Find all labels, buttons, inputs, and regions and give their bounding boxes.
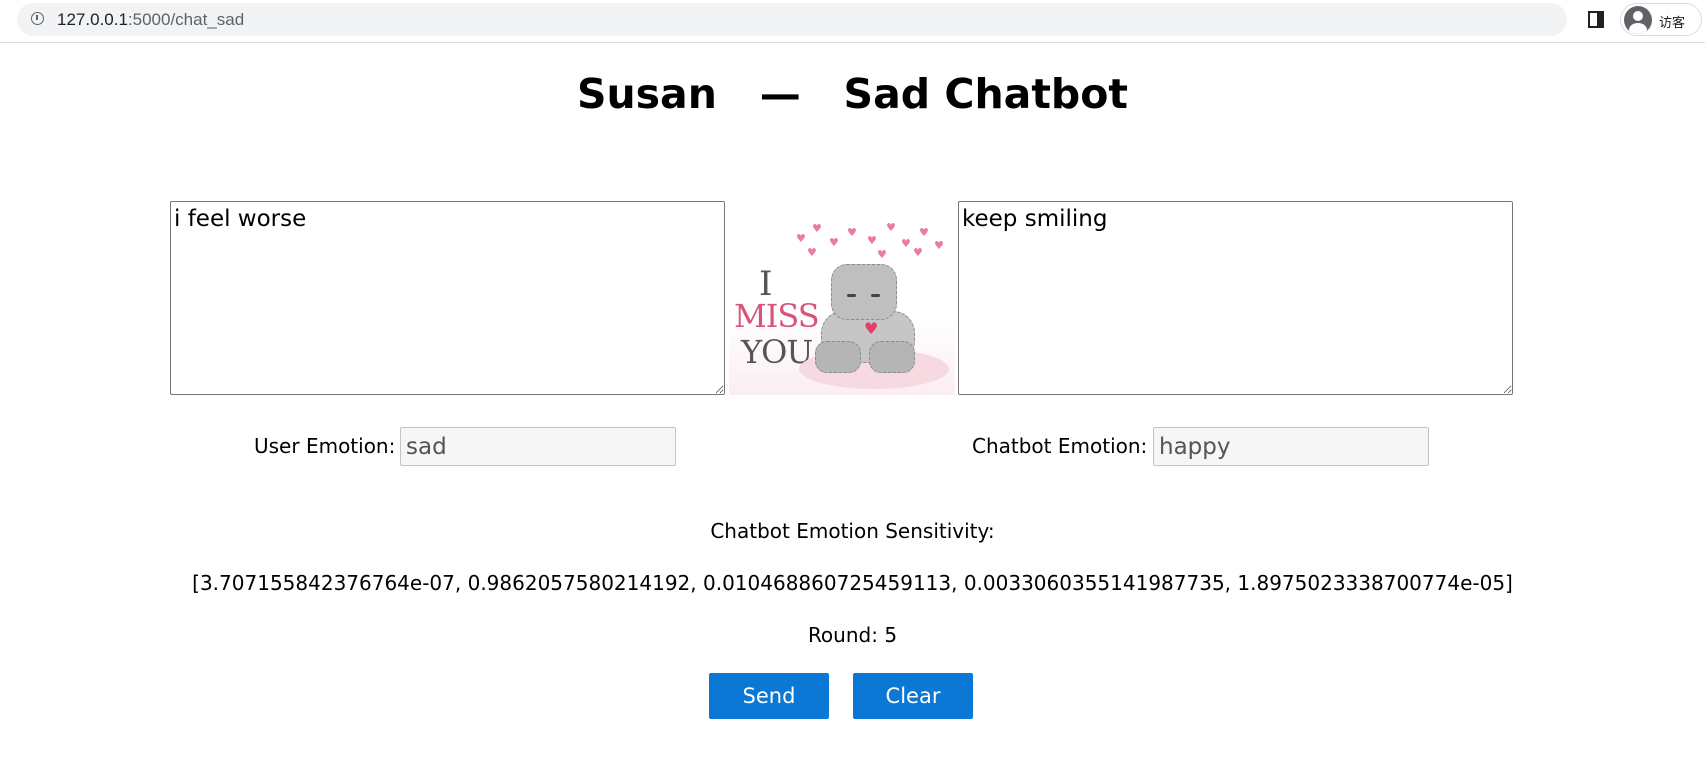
url-text[interactable]: 127.0.0.1:5000/chat_sad	[57, 10, 244, 30]
profile-label: 访客	[1659, 16, 1686, 31]
chatbot-emotion-field[interactable]	[1153, 427, 1429, 466]
profile-button[interactable]: 访客	[1620, 3, 1702, 36]
chatbot-emotion-label: Chatbot Emotion:	[972, 434, 1148, 458]
info-icon[interactable]	[31, 12, 44, 25]
browser-toolbar: 127.0.0.1:5000/chat_sad 访客	[0, 0, 1705, 43]
sensitivity-values: [3.707155842376764e-07, 0.98620575802141…	[192, 571, 1513, 595]
chatbot-reply-box[interactable]: keep smiling	[958, 201, 1513, 395]
url-path: :5000/chat_sad	[127, 10, 245, 29]
clear-button[interactable]: Clear	[853, 673, 973, 719]
avatar-icon	[1624, 6, 1652, 34]
page-title: Susan — Sad Chatbot	[576, 70, 1129, 118]
user-message-input[interactable]: i feel worse	[170, 201, 725, 395]
url-host: 127.0.0.1	[57, 10, 128, 29]
round-counter: Round: 5	[807, 623, 898, 647]
sad-robot-image: ♥ ♥ ♥ ♥ ♥ ♥ ♥ ♥ ♥ ♥ ♥ ♥ I MISS YOU ♥	[729, 219, 955, 395]
side-panel-icon[interactable]	[1588, 11, 1604, 28]
user-emotion-field[interactable]	[400, 427, 676, 466]
send-button[interactable]: Send	[709, 673, 829, 719]
user-emotion-label: User Emotion:	[254, 434, 396, 458]
image-text-miss: MISS	[734, 297, 820, 335]
sensitivity-title: Chatbot Emotion Sensitivity:	[710, 519, 995, 543]
address-bar[interactable]: 127.0.0.1:5000/chat_sad	[17, 3, 1567, 36]
